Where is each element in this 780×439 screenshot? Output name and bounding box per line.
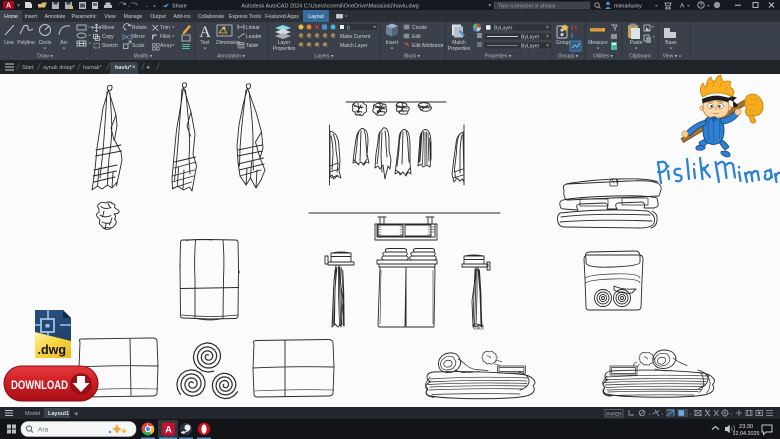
svg-text:Edit: Edit (412, 34, 421, 40)
svg-text:Draw ▾: Draw ▾ (37, 54, 53, 60)
svg-text:+: + (146, 65, 150, 72)
svg-text:Type a keyword or phrase: Type a keyword or phrase (498, 3, 556, 9)
svg-text:ByLayer: ByLayer (494, 26, 513, 32)
svg-text:mimarlucky: mimarlucky (614, 3, 642, 9)
svg-text:hamak*: hamak* (83, 65, 103, 71)
svg-text:Start: Start (22, 65, 34, 71)
svg-text:Autodesk AutoCAD 2024 C:\Us: Autodesk AutoCAD 2024 C:\Users\ccemil\On… (241, 3, 418, 9)
svg-text:.dwg: .dwg (38, 343, 66, 357)
svg-text:Circle: Circle (39, 40, 52, 46)
svg-text:?: ? (700, 3, 703, 9)
svg-text:Output: Output (150, 14, 166, 20)
svg-text:Linear: Linear (246, 25, 260, 31)
svg-text:ByLayer: ByLayer (521, 35, 540, 41)
svg-text:Measure: Measure (588, 40, 608, 46)
svg-text:Properties: Properties (273, 46, 296, 52)
svg-text:Share: Share (172, 4, 187, 10)
svg-text:aynalı dolap*: aynalı dolap* (43, 65, 76, 71)
svg-text:Annotate: Annotate (45, 14, 66, 20)
svg-text:Home: Home (4, 14, 18, 20)
svg-text:Annotation ▾: Annotation ▾ (217, 54, 245, 60)
svg-text:Trim: Trim (160, 25, 170, 31)
svg-text:DOWNLOAD: DOWNLOAD (11, 378, 68, 392)
svg-text:Properties ▾: Properties ▾ (485, 54, 512, 60)
svg-text:Fillet: Fillet (160, 34, 171, 40)
svg-text:Block ▾: Block ▾ (404, 54, 421, 60)
svg-text:Layers ▾: Layers ▾ (315, 54, 334, 60)
svg-text:Array: Array (160, 43, 172, 49)
svg-text:+: + (74, 409, 79, 418)
svg-text:Scale: Scale (132, 43, 145, 49)
svg-text:A: A (6, 3, 11, 10)
svg-text:Text: Text (200, 40, 210, 46)
svg-text:Stretch: Stretch (102, 43, 118, 49)
svg-text:Leader: Leader (246, 34, 262, 40)
svg-text:Make Current: Make Current (340, 34, 371, 40)
svg-text:Clipboard: Clipboard (629, 54, 651, 60)
svg-text:View ▾ »: View ▾ » (663, 54, 682, 60)
svg-text:Create: Create (412, 25, 427, 31)
svg-text:Layout1: Layout1 (48, 411, 69, 417)
svg-text:Group: Group (556, 40, 570, 46)
svg-text:havlu*: havlu* (115, 65, 132, 71)
svg-text:Copy: Copy (102, 34, 114, 40)
svg-text:Ara: Ara (38, 427, 49, 434)
svg-text:Parametric: Parametric (71, 14, 96, 20)
svg-text:Featured Apps: Featured Apps (265, 14, 299, 20)
svg-text:Add-ins: Add-ins (173, 14, 191, 20)
svg-text:Insert: Insert (386, 40, 399, 46)
svg-text:Modify ▾: Modify ▾ (134, 54, 153, 60)
svg-text:Collaborate: Collaborate (198, 14, 225, 20)
svg-text:A: A (680, 3, 685, 10)
svg-text:Properties: Properties (448, 46, 471, 52)
svg-text:ByLayer: ByLayer (521, 44, 540, 50)
svg-text:Manage: Manage (124, 14, 143, 20)
svg-text:Insert: Insert (25, 14, 39, 20)
svg-text:Base: Base (665, 40, 677, 46)
svg-text:12.04.2025: 12.04.2025 (733, 431, 760, 437)
svg-text:Dimension: Dimension (216, 40, 240, 46)
svg-text:View: View (104, 14, 115, 20)
svg-text:Utilities ▾: Utilities ▾ (593, 54, 614, 60)
svg-text:Groups ▾: Groups ▾ (558, 54, 579, 60)
svg-text:Mirror: Mirror (132, 34, 145, 40)
svg-text:Paste: Paste (630, 40, 643, 46)
svg-text:A: A (165, 425, 172, 435)
svg-text:A: A (199, 24, 211, 41)
svg-text:PAPER: PAPER (606, 411, 622, 416)
svg-text:Line: Line (4, 40, 14, 46)
svg-text:Express Tools: Express Tools (229, 14, 262, 20)
svg-text:Arc: Arc (60, 40, 68, 46)
svg-text:Table: Table (246, 43, 258, 49)
svg-text:Rotate: Rotate (132, 25, 147, 31)
svg-text:23:30: 23:30 (739, 424, 753, 430)
svg-text:Polyline: Polyline (17, 40, 35, 46)
svg-text:Match Layer: Match Layer (340, 43, 368, 49)
svg-text:Move: Move (102, 25, 114, 31)
svg-text:0: 0 (347, 26, 350, 32)
svg-text:Layout: Layout (308, 14, 324, 20)
svg-text:Edit Attributes: Edit Attributes (412, 43, 443, 49)
svg-text:Model: Model (25, 411, 40, 417)
